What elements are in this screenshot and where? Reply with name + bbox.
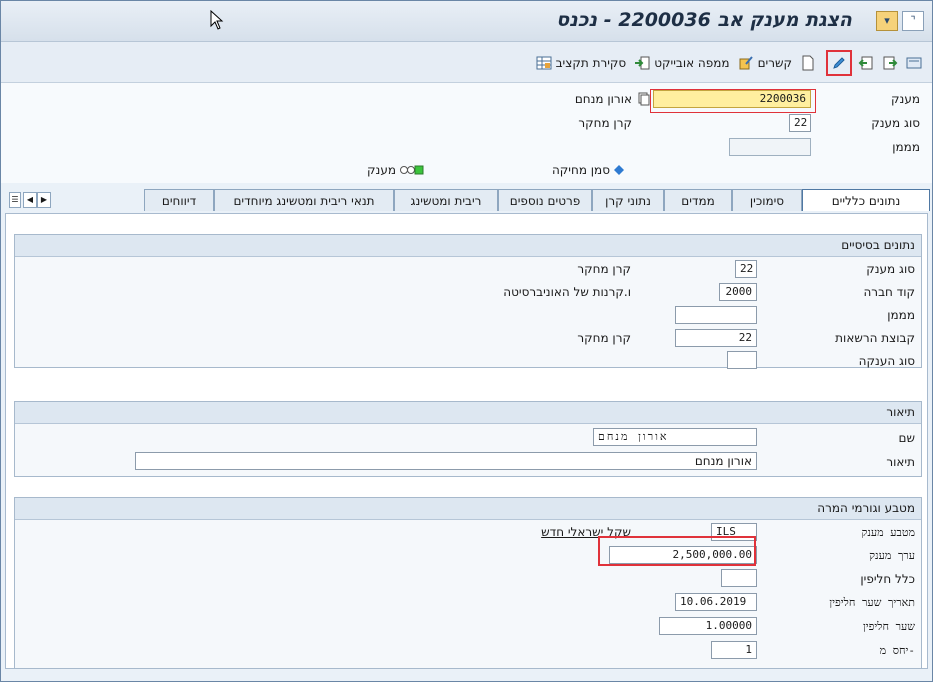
tab-references[interactable]: סימוכין	[732, 189, 802, 211]
tab-fund-data[interactable]: נתוני קרן	[592, 189, 664, 211]
sponsor-label: מממן	[892, 140, 920, 154]
object-map-icon	[635, 56, 650, 70]
budget-table-icon	[536, 56, 552, 70]
grant-value-label: ערך מענק	[869, 549, 915, 562]
title-bar: הצגת מענק אב 2200036 - נכנס ▾ ⌝	[1, 1, 932, 42]
tab-general-data[interactable]: נתונים כלליים	[802, 189, 930, 211]
rate-date-label: תאריך שער חליפין	[829, 596, 915, 609]
tab-content-area: נתונים בסיסיים סוג מענק 22 קרן מחקר קוד …	[5, 213, 928, 669]
auth-group-label: קבוצת הרשאות	[835, 331, 915, 345]
legend-grant-label: מענק	[367, 163, 396, 177]
page-title: הצגת מענק אב 2200036 - נכנס	[556, 9, 852, 31]
sap-window: הצגת מענק אב 2200036 - נכנס ▾ ⌝ קשרים ממ…	[0, 0, 933, 682]
basic-sponsor-label: מממן	[887, 308, 915, 322]
company-code-field[interactable]: 2000	[719, 283, 757, 301]
previous-object-button[interactable]	[858, 55, 874, 71]
basic-data-group: נתונים בסיסיים סוג מענק 22 קרן מחקר קוד …	[14, 234, 922, 369]
tab-special-interest-matching[interactable]: תנאי ריבית ומטשינג מיוחדים	[214, 189, 394, 211]
ratio-from-field[interactable]: 1	[711, 641, 757, 659]
rate-date-field[interactable]: 10.06.2019	[675, 593, 757, 611]
description-group: תיאור שם אורון מנחם תיאור אורון מנחם	[14, 401, 922, 477]
grant-type-label: סוג מענק	[871, 116, 920, 130]
diamond-icon	[614, 165, 624, 175]
tab-additional-details[interactable]: פרטים נוספים	[498, 189, 592, 211]
links-icon	[739, 56, 753, 70]
exchange-rule-field[interactable]	[721, 569, 757, 587]
tab-list-icon[interactable]: ☰	[9, 192, 21, 208]
auth-group-desc: קרן מחקר	[577, 331, 631, 345]
tab-scroll-left-icon[interactable]: ◀	[23, 192, 37, 208]
object-map-label: ממפה אובייקט	[654, 56, 730, 70]
arrow-left-doc-icon	[858, 56, 873, 70]
grant-description: אורון מנחם	[574, 92, 632, 106]
name-field[interactable]: אורון מנחם	[593, 428, 757, 446]
sponsor-field[interactable]	[729, 138, 811, 156]
tab-dimensions[interactable]: ממדים	[664, 189, 732, 211]
screen-icon	[906, 57, 922, 69]
grant-currency-label: מטבע מענק	[861, 526, 915, 539]
exchange-rate-field[interactable]: 1.00000	[659, 617, 757, 635]
edit-button[interactable]	[826, 50, 852, 76]
basic-grant-type-field[interactable]: 22	[735, 260, 757, 278]
company-code-label: קוד חברה	[863, 285, 915, 299]
application-toolbar: קשרים ממפה אובייקט סקירת תקציב	[1, 42, 932, 83]
ratio-from-label: יחס מ-	[879, 644, 915, 657]
tab-reports[interactable]: דיווחים	[144, 189, 214, 211]
company-code-desc: ו.קרנות של האוניברסיטה	[503, 285, 631, 299]
award-type-label: סוג הענקה	[858, 354, 915, 368]
object-map-button[interactable]: ממפה אובייקט	[634, 55, 730, 71]
description-label: תיאור	[886, 455, 915, 469]
blank-document-icon	[802, 55, 814, 71]
grant-value-highlight	[598, 536, 756, 566]
tab-strip: נתונים כלליים סימוכין ממדים נתוני קרן פר…	[1, 187, 932, 213]
arrow-right-doc-icon	[883, 56, 898, 70]
links-label: קשרים	[757, 56, 792, 70]
grant-type-field[interactable]: 22	[789, 114, 811, 132]
links-button[interactable]: קשרים	[738, 55, 792, 71]
budget-overview-label: סקירת תקציב	[555, 56, 627, 70]
exchange-rule-label: כלל חליפין	[860, 572, 915, 586]
basic-data-title: נתונים בסיסיים	[15, 235, 921, 257]
budget-overview-button[interactable]: סקירת תקציב	[536, 55, 627, 71]
sap-menu-icon[interactable]: ▾	[876, 11, 898, 31]
traffic-light-icon	[400, 165, 424, 175]
auth-group-field[interactable]: 22	[675, 329, 757, 347]
grant-number-highlight	[650, 89, 816, 113]
grant-type-description: קרן מחקר	[578, 116, 632, 130]
legend-grant: מענק	[367, 163, 424, 177]
basic-grant-type-label: סוג מענק	[866, 262, 915, 276]
description-title: תיאור	[15, 402, 921, 424]
mouse-cursor-icon	[210, 10, 224, 30]
pencil-icon	[833, 57, 845, 69]
description-field[interactable]: אורון מנחם	[135, 452, 757, 470]
award-type-field[interactable]	[727, 351, 757, 369]
new-document-button[interactable]	[800, 55, 816, 71]
window-menu-icon[interactable]: ⌝	[902, 11, 924, 31]
tab-interest-matching[interactable]: ריבית ומטשינג	[394, 189, 498, 211]
tab-scroll-right-icon[interactable]: ▶	[37, 192, 51, 208]
legend-delete-flag: סמן מחיקה	[552, 163, 624, 177]
basic-grant-type-desc: קרן מחקר	[577, 262, 631, 276]
name-label: שם	[898, 431, 915, 445]
legend-delete-label: סמן מחיקה	[551, 163, 610, 177]
grant-label: מענק	[891, 92, 920, 106]
currency-group: מטבע וגורמי המרה מטבע מענק ILS שקל ישראל…	[14, 497, 922, 669]
basic-sponsor-field[interactable]	[675, 306, 757, 324]
next-object-button[interactable]	[882, 55, 898, 71]
currency-title: מטבע וגורמי המרה	[15, 498, 921, 520]
exchange-rate-label: שער חליפין	[862, 620, 915, 633]
copy-icon[interactable]	[638, 92, 650, 106]
display-object-button[interactable]	[906, 55, 922, 71]
